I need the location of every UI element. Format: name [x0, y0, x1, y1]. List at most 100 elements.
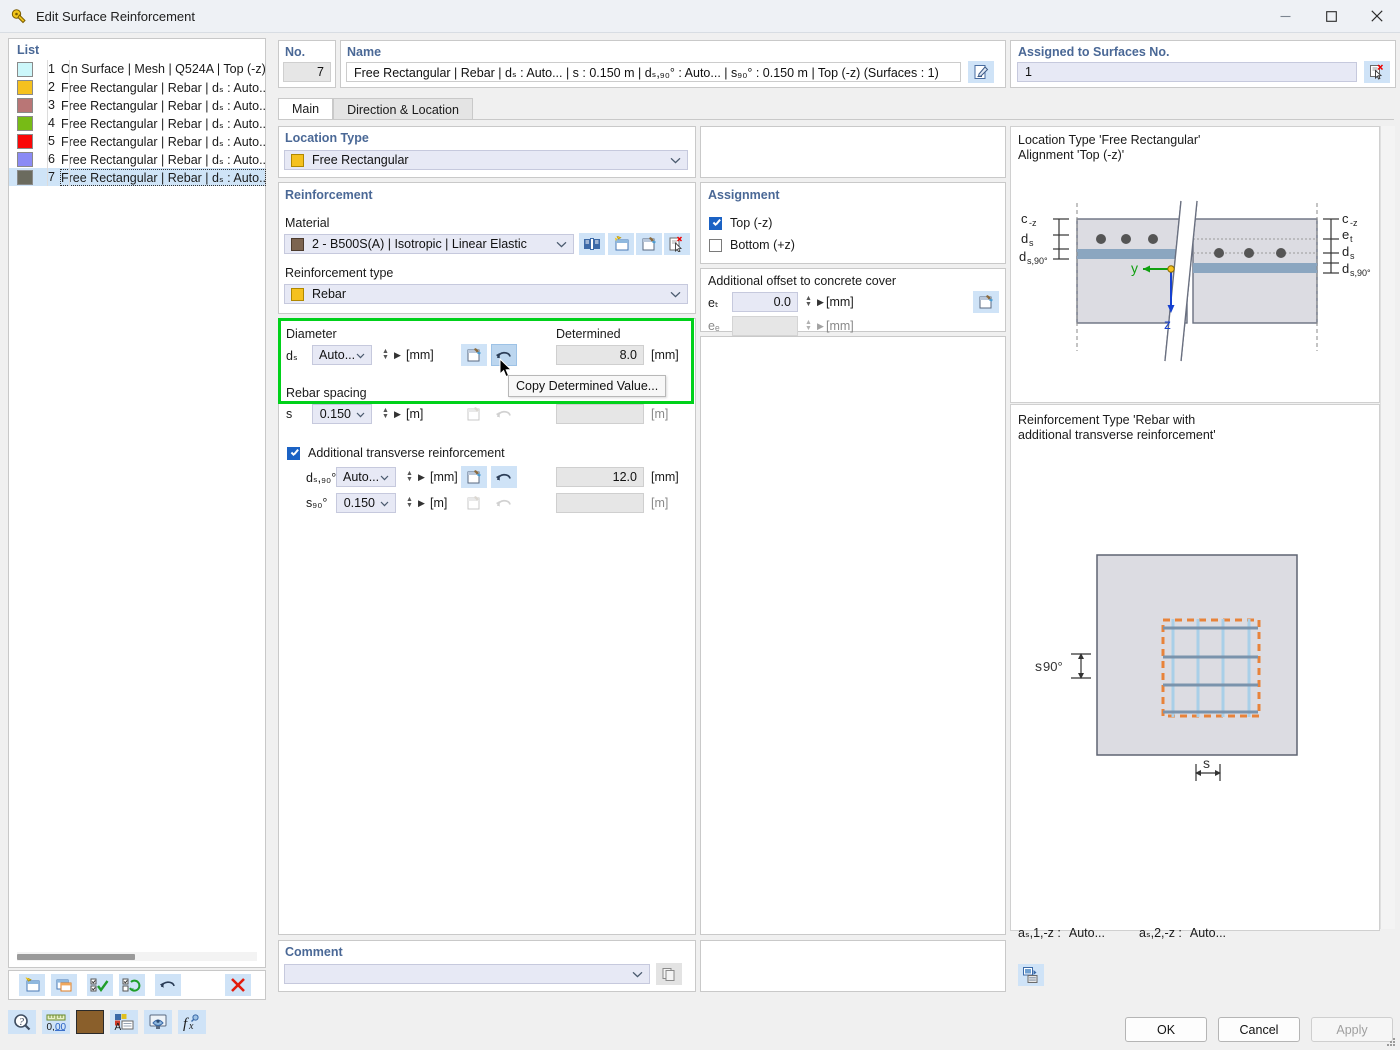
undo-button[interactable]	[155, 974, 181, 996]
transverse-diameter-copy-value-icon[interactable]	[461, 466, 487, 488]
list-item-color-swatch	[17, 133, 33, 149]
transverse-diameter-undo-icon[interactable]	[491, 466, 517, 488]
pick-deselect-icon[interactable]	[1364, 61, 1390, 83]
reinforcement-list[interactable]: 1On Surface | Mesh | Q524A | Top (-z) | …	[9, 60, 266, 186]
title-bar: Edit Surface Reinforcement	[0, 0, 1400, 33]
transverse-spacing-input[interactable]: 0.150	[336, 493, 396, 513]
diameter-copy-value-icon[interactable]	[461, 344, 487, 366]
graphics-scrollbar[interactable]	[1380, 126, 1395, 929]
list-item-color-swatch	[17, 97, 33, 113]
transverse-diameter-stepper[interactable]: ▲ ▼ ▶	[402, 467, 425, 487]
comment-spacer-panel	[700, 940, 1006, 992]
export-graphic-icon[interactable]	[1018, 964, 1044, 986]
new-material-icon[interactable]	[608, 233, 634, 255]
rebar-spacing-stepper[interactable]: ▲ ▼ ▶	[378, 404, 401, 424]
svg-text:A: A	[115, 1022, 122, 1031]
tab-direction-location[interactable]: Direction & Location	[333, 98, 473, 120]
color-button[interactable]	[76, 1010, 104, 1034]
assignment-bottom-checkbox[interactable]: Bottom (+z)	[709, 238, 795, 252]
transverse-diameter-determined-value: 12.0	[556, 467, 644, 487]
transverse-spacing-stepper[interactable]: ▲ ▼ ▶	[402, 493, 425, 513]
svg-text:90°: 90°	[1043, 659, 1063, 674]
comment-input[interactable]	[284, 964, 650, 984]
et-stepper[interactable]: ▲ ▼ ▶	[801, 292, 824, 312]
plan-caption-line1: Reinforcement Type 'Rebar with	[1018, 413, 1196, 427]
et-input[interactable]: 0.0	[732, 292, 798, 312]
reinforcement-type-combo[interactable]: Rebar	[284, 284, 688, 304]
edit-name-icon[interactable]	[968, 61, 994, 83]
et-unit: [mm]	[826, 295, 854, 309]
window-controls	[1262, 0, 1400, 32]
material-label: Material	[285, 216, 330, 230]
resize-grip[interactable]	[1384, 1035, 1396, 1047]
delete-material-icon[interactable]	[664, 233, 690, 255]
additional-transverse-label: Additional transverse reinforcement	[308, 446, 505, 460]
plan-graphic-caption: Reinforcement Type 'Rebar with additiona…	[1018, 413, 1216, 443]
function-button[interactable]: f x	[178, 1010, 206, 1034]
transverse-diameter-input[interactable]: Auto...	[336, 467, 396, 487]
close-icon[interactable]	[1354, 0, 1400, 32]
reinforcement-type-swatch	[291, 287, 304, 301]
rebar-spacing-symbol: s	[286, 407, 293, 421]
invert-selection-button[interactable]	[119, 974, 145, 996]
app-icon	[10, 7, 28, 25]
additional-transverse-checkbox[interactable]: Additional transverse reinforcement	[287, 446, 505, 460]
chevron-down-icon	[670, 287, 681, 301]
chevron-down-icon	[356, 407, 365, 421]
assignment-spacer-panel	[700, 126, 1006, 178]
ok-button[interactable]: OK	[1125, 1017, 1207, 1042]
svg-text:s,90°: s,90°	[1350, 268, 1371, 278]
display-button[interactable]	[144, 1010, 172, 1034]
rebar-spacing-undo-icon	[491, 403, 517, 425]
list-item-color-swatch	[17, 61, 33, 77]
minimize-icon[interactable]	[1262, 0, 1308, 32]
maximize-icon[interactable]	[1308, 0, 1354, 32]
eb-stepper: ▲ ▼ ▶	[805, 319, 824, 332]
copy-item-button[interactable]	[51, 974, 77, 996]
rebar-spacing-determined-value	[556, 404, 644, 424]
rendering-button[interactable]: A	[110, 1010, 138, 1034]
tab-strip: Main Direction & Location	[278, 98, 473, 120]
section-diagram: y z c -z ds d s,90° c -z et ds d s,90°	[1019, 200, 1371, 362]
units-button[interactable]: 0, 00	[42, 1010, 70, 1034]
list-toolbar	[8, 970, 266, 1000]
cancel-button[interactable]: Cancel	[1218, 1017, 1300, 1042]
list-item-color-swatch	[17, 151, 33, 167]
list-item-color-swatch	[17, 115, 33, 131]
tab-main[interactable]: Main	[278, 98, 334, 120]
edit-material-icon[interactable]	[636, 233, 662, 255]
chevron-down-icon	[380, 496, 389, 510]
select-all-button[interactable]	[87, 974, 113, 996]
rebar-spacing-input[interactable]: 0.150	[312, 404, 372, 424]
svg-text:00: 00	[55, 1022, 66, 1031]
diameter-stepper[interactable]: ▲ ▼ ▶	[378, 345, 401, 365]
assignment-top-checkbox[interactable]: Top (-z)	[709, 216, 772, 230]
location-type-combo[interactable]: Free Rectangular	[284, 150, 688, 170]
library-icon[interactable]	[579, 233, 605, 255]
tooltip: Copy Determined Value...	[508, 375, 667, 397]
chevron-down-icon	[632, 967, 643, 981]
delete-button[interactable]	[225, 974, 251, 996]
diameter-input[interactable]: Auto...	[312, 345, 372, 365]
svg-text:y: y	[1131, 260, 1138, 276]
name-input[interactable]: Free Rectangular | Rebar | dₛ : Auto... …	[346, 62, 961, 82]
list-item-color-swatch	[17, 79, 33, 95]
rebar-spacing-value: 0.150	[319, 407, 351, 421]
no-value: 7	[283, 62, 331, 82]
section-graphic-caption: Location Type 'Free Rectangular' Alignme…	[1018, 133, 1200, 163]
offset-copy-value-icon[interactable]	[973, 291, 999, 313]
assigned-surfaces-input[interactable]: 1	[1017, 62, 1357, 82]
svg-text:t: t	[1350, 234, 1353, 244]
svg-text:c: c	[1021, 211, 1028, 226]
svg-text:s: s	[1035, 658, 1042, 674]
reinforcement-title: Reinforcement	[285, 188, 373, 202]
comment-duplicate-icon[interactable]	[656, 963, 682, 985]
list-horizontal-scrollbar[interactable]	[17, 952, 257, 961]
new-item-button[interactable]	[19, 974, 45, 996]
assignment-bottom-label: Bottom (+z)	[730, 238, 795, 252]
diameter-unit: [mm]	[406, 348, 434, 362]
transverse-diameter-determined-unit: [mm]	[651, 470, 679, 484]
help-button[interactable]: ?	[8, 1010, 36, 1034]
material-combo[interactable]: 2 - B500S(A) | Isotropic | Linear Elasti…	[284, 234, 574, 254]
list-item-text: Free Rectangular | Rebar | dₛ : Auto... …	[60, 168, 266, 186]
